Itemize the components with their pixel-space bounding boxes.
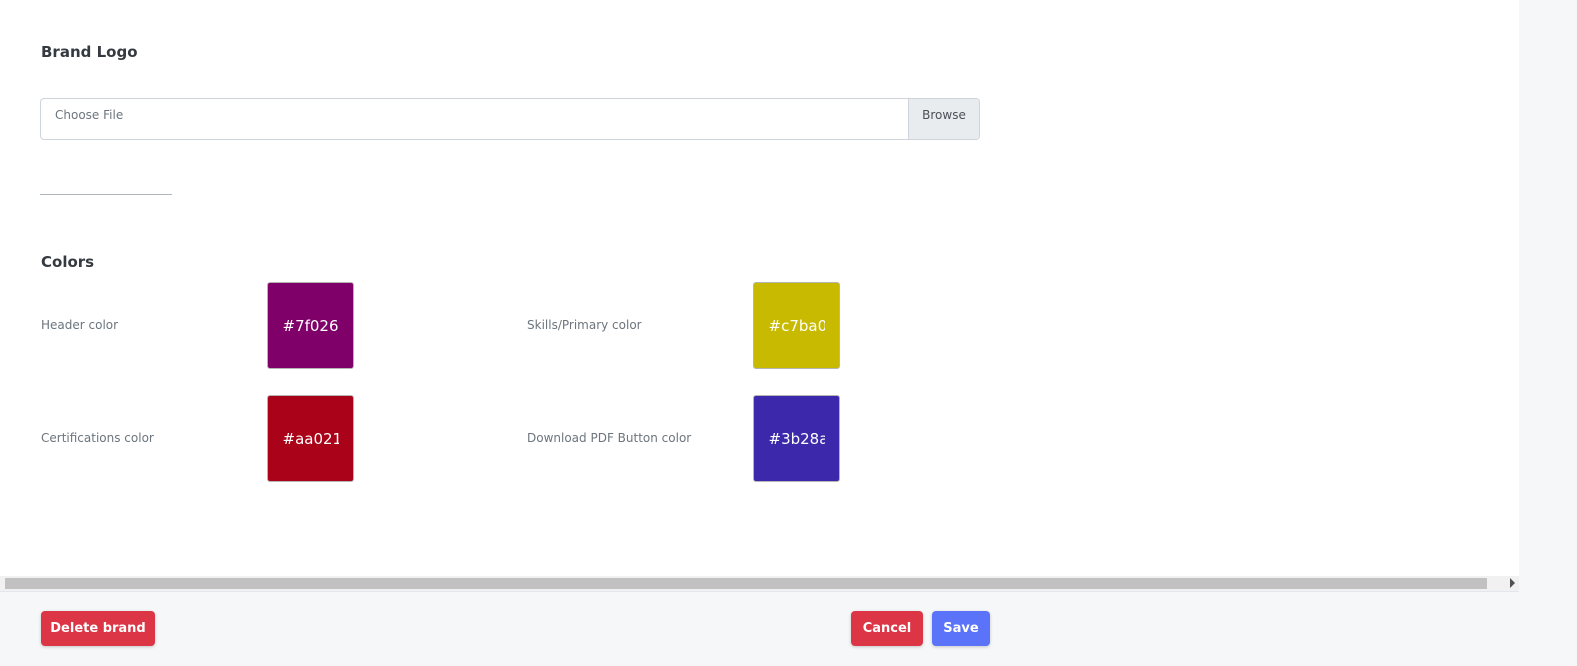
header-color-value: #7f026 [282,316,339,335]
colors-title: Colors [41,253,95,271]
save-button[interactable]: Save [932,611,990,646]
certifications-color-label: Certifications color [41,431,154,445]
file-input-placeholder[interactable]: Choose File [41,99,908,139]
certifications-color-picker[interactable]: #aa021 [267,395,354,482]
brand-logo-file-input[interactable]: Choose File Browse [40,98,980,140]
brand-logo-title: Brand Logo [41,43,138,61]
right-strip [1519,0,1577,666]
divider [40,194,172,195]
download-pdf-color-label: Download PDF Button color [527,431,692,445]
scrollbar-thumb[interactable] [5,578,1487,589]
scroll-right-arrow-icon[interactable] [1510,578,1515,588]
footer-bar: Delete brand Cancel Save [0,591,1519,666]
skills-color-value: #c7ba0 [768,316,825,335]
download-pdf-color-picker[interactable]: #3b28a [753,395,840,482]
header-color-picker[interactable]: #7f026 [267,282,354,369]
download-pdf-color-value: #3b28a [768,429,825,448]
horizontal-scrollbar[interactable] [0,576,1519,591]
browse-button[interactable]: Browse [908,99,979,139]
skills-color-picker[interactable]: #c7ba0 [753,282,840,369]
delete-brand-button[interactable]: Delete brand [41,611,155,646]
header-color-label: Header color [41,318,119,332]
certifications-color-value: #aa021 [282,429,339,448]
skills-color-label: Skills/Primary color [527,318,642,332]
cancel-button[interactable]: Cancel [851,611,923,646]
brand-edit-page: Brand Logo Choose File Browse Colors Hea… [0,0,1577,666]
